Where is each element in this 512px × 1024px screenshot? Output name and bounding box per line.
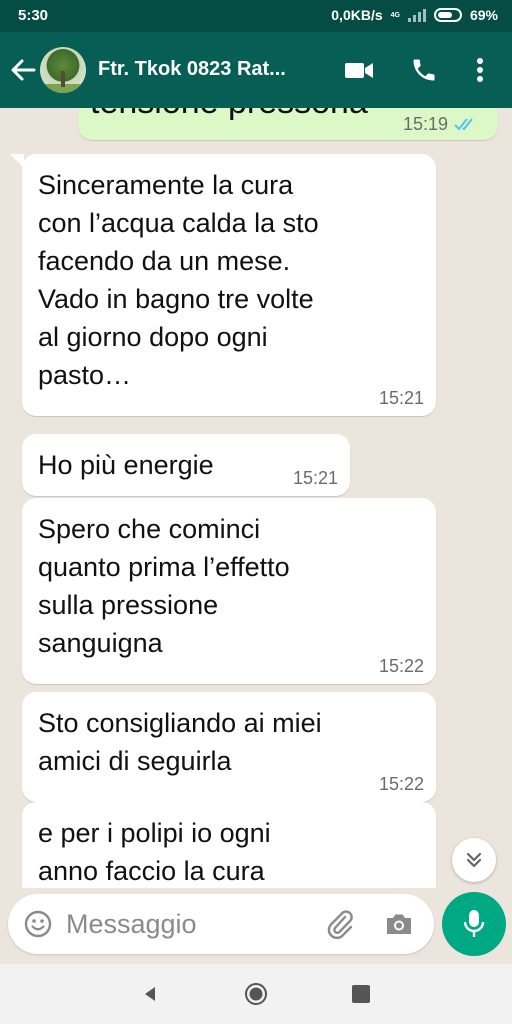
message-line: Sinceramente la cura — [38, 170, 294, 200]
nav-home-icon[interactable] — [244, 982, 268, 1006]
battery-percentage: 69% — [469, 7, 498, 23]
message-bubble-incoming[interactable]: Sinceramente la cura con l’acqua calda l… — [22, 154, 436, 416]
message-input[interactable] — [66, 904, 306, 944]
message-line: Vado in bagno tre volte — [38, 284, 314, 314]
attachment-icon[interactable] — [324, 908, 356, 940]
system-navigation-bar — [0, 964, 512, 1024]
battery-fill — [437, 12, 452, 18]
scroll-to-bottom-button[interactable] — [452, 838, 496, 882]
message-line: Sto consigliando ai miei — [38, 708, 322, 738]
data-rate: 0,0KB/s — [331, 7, 383, 23]
back-arrow-icon[interactable] — [8, 56, 38, 84]
message-line: e per i polipi io ogni — [38, 818, 271, 848]
nav-recents-icon[interactable] — [352, 985, 370, 1003]
phone-icon[interactable] — [410, 56, 438, 84]
message-time: 15:22 — [378, 656, 424, 676]
message-time: 15:22 — [378, 774, 424, 794]
emoji-icon[interactable] — [24, 910, 52, 938]
network-type-label: 4G — [390, 11, 400, 19]
composer-pill — [8, 894, 434, 954]
battery-icon — [433, 8, 462, 22]
message-line: Ho più energie — [38, 450, 214, 480]
message-bubble-incoming[interactable]: e per i polipi io ogni anno faccio la cu… — [22, 802, 436, 888]
message-line: con l’acqua calda la sto — [38, 208, 319, 238]
status-time: 5:30 — [18, 7, 49, 24]
read-receipt-icon — [454, 118, 473, 131]
microphone-icon — [463, 910, 485, 937]
chat-title[interactable]: Ftr. Tkok 0823 Rat... — [98, 58, 328, 81]
message-bubble-outgoing[interactable]: tensione pressoria 15:19 — [78, 108, 498, 140]
network-type-badge: 4G — [391, 12, 400, 19]
message-line: al giorno dopo ogni — [38, 322, 268, 352]
message-time: 15:21 — [292, 468, 338, 488]
double-chevron-down-icon — [466, 852, 482, 868]
status-bar: 5:30 0,0KB/s 4G 69% — [0, 0, 512, 32]
contact-avatar[interactable] — [40, 47, 86, 93]
message-line: amici di seguirla — [38, 746, 232, 776]
message-time: 15:19 — [402, 114, 448, 134]
status-indicators: 0,0KB/s 4G 69% — [331, 7, 498, 23]
nav-back-icon[interactable] — [140, 984, 160, 1004]
message-list[interactable]: tensione pressoria 15:19 Sinceramente la… — [0, 108, 512, 888]
message-line: Spero che cominci — [38, 514, 261, 544]
camera-icon[interactable] — [384, 909, 414, 939]
message-line: sanguigna — [38, 628, 163, 658]
video-call-icon[interactable] — [344, 57, 374, 83]
message-line: sulla pressione — [38, 590, 219, 620]
more-vert-icon[interactable] — [470, 56, 490, 84]
bubble-tail — [10, 154, 24, 168]
message-bubble-incoming[interactable]: Ho più energie 15:21 — [22, 434, 350, 496]
message-bubble-incoming[interactable]: Spero che cominci quanto prima l’effetto… — [22, 498, 436, 684]
message-line: anno faccio la cura — [38, 856, 265, 886]
message-line: facendo da un mese. — [38, 246, 291, 276]
chat-header: Ftr. Tkok 0823 Rat... — [0, 32, 512, 108]
message-time: 15:21 — [378, 388, 424, 408]
composer-bar — [0, 888, 512, 964]
message-bubble-incoming[interactable]: Sto consigliando ai miei amici di seguir… — [22, 692, 436, 802]
message-line: quanto prima l’effetto — [38, 552, 290, 582]
signal-strength-icon — [407, 8, 426, 22]
voice-message-button[interactable] — [442, 892, 506, 956]
message-line: pasto… — [38, 360, 132, 390]
